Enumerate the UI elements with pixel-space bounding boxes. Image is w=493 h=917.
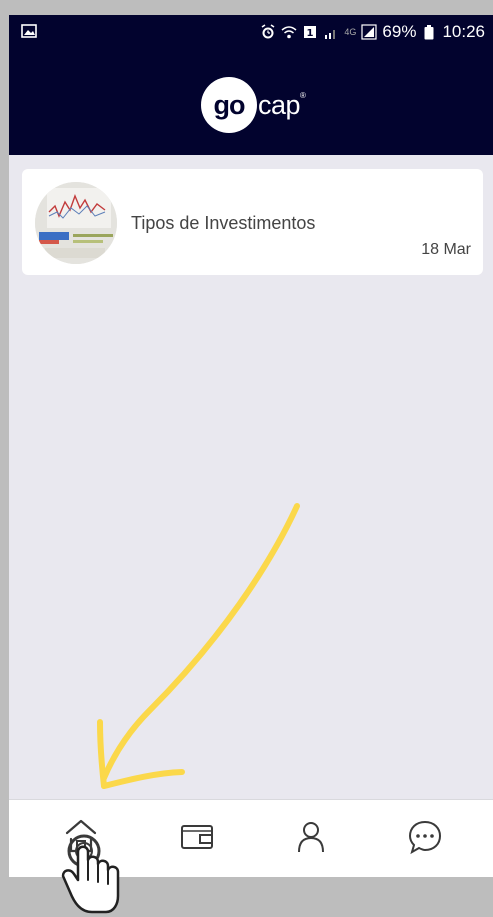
status-bar: 1 4G 69% 10:26 [9,15,493,49]
bottom-tab-bar [9,799,493,877]
tab-home[interactable] [51,812,111,862]
wallet-icon [181,825,213,849]
status-icons: 1 4G 69% 10:26 [260,23,485,41]
home-icon [65,819,97,853]
alarm-icon [261,24,275,39]
signal-weak-icon [325,30,336,39]
sim-icon: 1 [304,26,317,39]
gocap-logo: go cap ® [201,77,306,133]
logo-bold-text: go [213,89,246,120]
clock: 10:26 [442,22,485,41]
logo-registered-mark: ® [300,91,306,100]
feed-card[interactable]: Tipos de Investimentos 18 Mar [22,169,483,275]
wifi-icon [281,26,297,39]
battery-percent: 69% [382,22,417,41]
svg-text:1: 1 [307,28,314,39]
card-date: 18 Mar [421,241,471,258]
card-title: Tipos de Investimentos [131,213,316,233]
logo-text: cap [258,89,301,120]
stock-chart-thumbnail [35,182,117,264]
network-type-label: 4G [344,27,357,37]
logo-badge: go [201,77,257,133]
app-header: go cap ® [9,49,493,155]
tab-chat[interactable] [395,812,455,862]
tab-profile[interactable] [281,812,341,862]
user-icon [298,822,324,853]
gallery-notification-icon [21,23,37,44]
chat-icon [408,820,442,855]
phone-screen: 1 4G 69% 10:26 go cap ® Tipos de Investi… [9,15,493,877]
battery-icon [424,25,434,40]
tab-wallet[interactable] [167,812,227,862]
signal-icon [361,24,378,40]
